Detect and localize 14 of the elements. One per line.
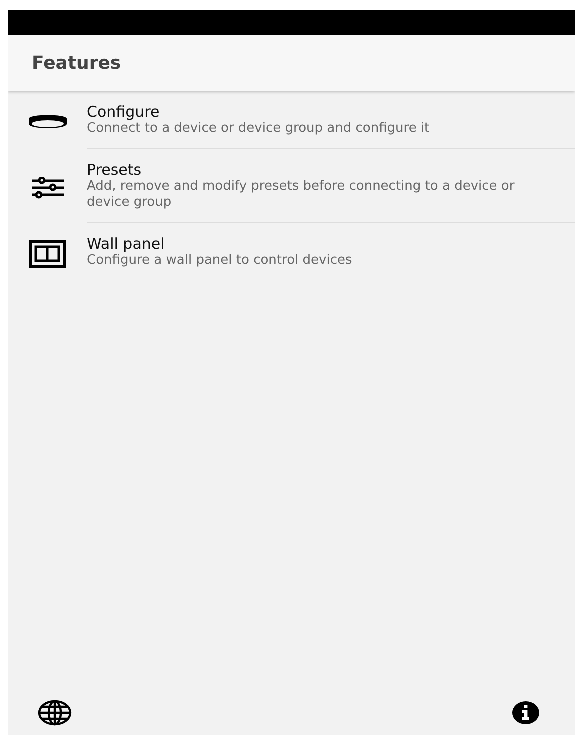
globe-icon[interactable] (38, 700, 72, 726)
feature-description: Add, remove and modify presets before connecting to a device or device group (87, 179, 516, 211)
info-icon[interactable] (512, 700, 540, 724)
panel-icon (29, 240, 66, 268)
sliders-icon (30, 177, 64, 199)
feature-description: Configure a wall panel to control devices (87, 253, 354, 269)
feature-item[interactable]: Configure Connect to a device or device group and configure it (8, 91, 575, 149)
feature-item[interactable]: Wall panel Configure a wall panel to control devices (8, 223, 575, 280)
feature-title: Wall panel (87, 235, 166, 253)
feature-title: Presets (87, 161, 143, 179)
feature-item[interactable]: Presets Add, remove and modify presets before connecting to a device or device group (8, 149, 575, 223)
page-title: Features (32, 52, 122, 74)
feature-title: Configure (87, 103, 161, 121)
feature-description: Connect to a device or device group and configure it (87, 121, 431, 137)
